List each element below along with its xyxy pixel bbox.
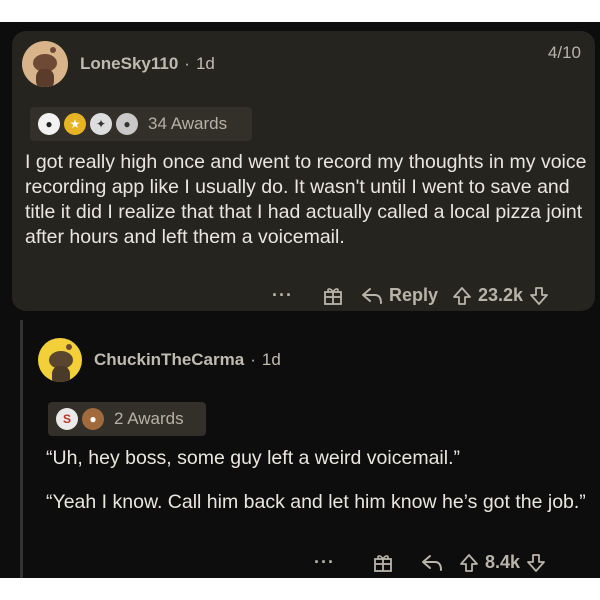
comment-thread-screenshot: 4/10 LoneSky110 · 1d ● ★ ✦ ● 34 Awards I… bbox=[0, 22, 600, 578]
comment-age: 1d bbox=[261, 350, 281, 369]
comment-card-lonesky110: 4/10 LoneSky110 · 1d ● ★ ✦ ● 34 Awards I… bbox=[12, 31, 595, 311]
awards-bar[interactable]: ● ★ ✦ ● 34 Awards bbox=[30, 107, 252, 141]
reply-actions: ··· 8.4k bbox=[314, 552, 546, 573]
gift-icon[interactable] bbox=[323, 286, 343, 306]
comment-body: I got really high once and went to recor… bbox=[25, 151, 587, 248]
separator-dot: · bbox=[250, 350, 256, 369]
award-icon: ● bbox=[116, 113, 138, 135]
comment-age: 1d bbox=[195, 54, 215, 73]
awards-count: 34 Awards bbox=[148, 114, 228, 133]
award-icon: S bbox=[56, 408, 78, 430]
awards-count: 2 Awards bbox=[114, 409, 184, 428]
reply-label: Reply bbox=[388, 285, 439, 305]
reply-header: ChuckinTheCarma · 1d bbox=[38, 338, 281, 382]
vote-score: 8.4k bbox=[484, 552, 521, 572]
user-avatar[interactable] bbox=[38, 338, 82, 382]
separator-dot: · bbox=[184, 54, 190, 73]
reply-paragraph-1: “Uh, hey boss, some guy left a weird voi… bbox=[46, 447, 460, 469]
vote-score: 23.2k bbox=[478, 285, 524, 305]
award-icon: ★ bbox=[64, 113, 86, 135]
user-avatar[interactable] bbox=[22, 41, 68, 87]
downvote-icon[interactable] bbox=[529, 286, 549, 306]
upvote-icon[interactable] bbox=[459, 553, 479, 573]
username[interactable]: LoneSky110 bbox=[80, 54, 178, 74]
upvote-icon[interactable] bbox=[452, 286, 472, 306]
downvote-icon[interactable] bbox=[526, 553, 546, 573]
award-icon: ● bbox=[38, 113, 60, 135]
more-options-button[interactable]: ··· bbox=[272, 285, 293, 306]
thread-line bbox=[20, 320, 23, 578]
comment-header: LoneSky110 · 1d bbox=[22, 41, 215, 87]
username[interactable]: ChuckinTheCarma bbox=[94, 350, 244, 370]
reply-arrow-icon[interactable] bbox=[421, 554, 443, 572]
reply-button[interactable]: Reply bbox=[361, 285, 438, 306]
comment-actions: ··· Reply 23.2k bbox=[272, 285, 549, 306]
reply-paragraph-2: “Yeah I know. Call him back and let him … bbox=[46, 491, 586, 513]
awards-bar[interactable]: S ● 2 Awards bbox=[48, 402, 206, 436]
page-indicator: 4/10 bbox=[547, 43, 581, 62]
more-options-button[interactable]: ··· bbox=[314, 552, 335, 573]
award-icon: ● bbox=[82, 408, 104, 430]
award-icon: ✦ bbox=[90, 113, 112, 135]
gift-icon[interactable] bbox=[373, 553, 393, 573]
